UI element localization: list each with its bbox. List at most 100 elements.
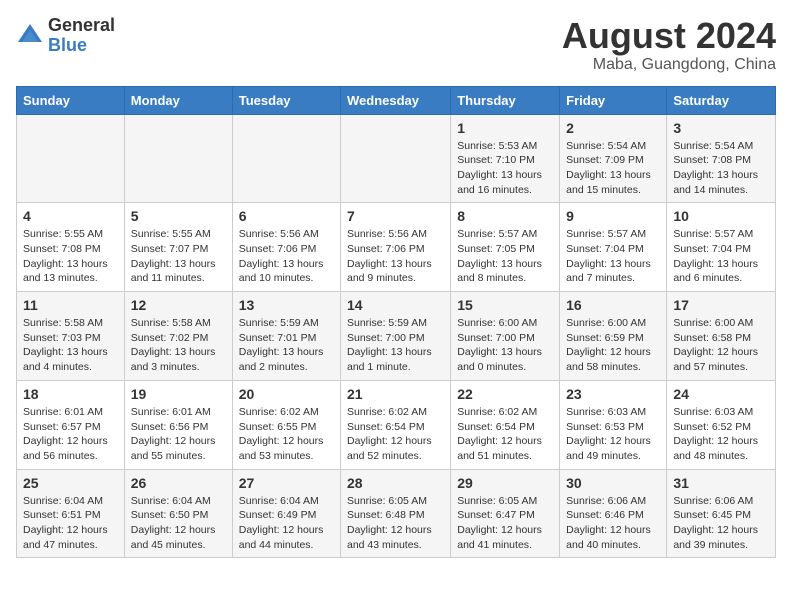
calendar-cell: 21 Sunrise: 6:02 AM Sunset: 6:54 PM Dayli… <box>341 380 451 469</box>
weekday-header: Wednesday <box>341 86 451 114</box>
calendar-cell: 31 Sunrise: 6:06 AM Sunset: 6:45 PM Dayli… <box>667 469 776 558</box>
day-info: Sunrise: 5:57 AM Sunset: 7:04 PM Dayligh… <box>673 227 769 286</box>
day-info: Sunrise: 6:02 AM Sunset: 6:55 PM Dayligh… <box>239 405 334 464</box>
calendar-week-row: 18Sunrise: 6:01 AM Sunset: 6:57 PM Dayli… <box>17 380 776 469</box>
day-number: 11 <box>23 297 118 313</box>
day-number: 27 <box>239 475 334 491</box>
day-info: Sunrise: 5:54 AM Sunset: 7:09 PM Dayligh… <box>566 139 660 198</box>
logo-icon <box>16 22 44 50</box>
day-info: Sunrise: 5:53 AM Sunset: 7:10 PM Dayligh… <box>457 139 553 198</box>
day-number: 22 <box>457 386 553 402</box>
day-info: Sunrise: 6:00 AM Sunset: 7:00 PM Dayligh… <box>457 316 553 375</box>
calendar-cell: 3Sunrise: 5:54 AM Sunset: 7:08 PM Daylig… <box>667 114 776 203</box>
day-info: Sunrise: 5:56 AM Sunset: 7:06 PM Dayligh… <box>347 227 444 286</box>
day-number: 9 <box>566 208 660 224</box>
weekday-header: Tuesday <box>232 86 340 114</box>
calendar-cell: 12 Sunrise: 5:58 AM Sunset: 7:02 PM Dayli… <box>124 292 232 381</box>
calendar-cell: 4Sunrise: 5:55 AM Sunset: 7:08 PM Daylig… <box>17 203 125 292</box>
day-info: Sunrise: 5:57 AM Sunset: 7:04 PM Dayligh… <box>566 227 660 286</box>
calendar-cell: 19Sunrise: 6:01 AM Sunset: 6:56 PM Dayli… <box>124 380 232 469</box>
calendar-cell <box>232 114 340 203</box>
calendar-cell: 10 Sunrise: 5:57 AM Sunset: 7:04 PM Dayli… <box>667 203 776 292</box>
day-info: Sunrise: 5:59 AM Sunset: 7:00 PM Dayligh… <box>347 316 444 375</box>
calendar-week-row: 11 Sunrise: 5:58 AM Sunset: 7:03 PM Dayli… <box>17 292 776 381</box>
calendar-cell: 16Sunrise: 6:00 AM Sunset: 6:59 PM Dayli… <box>560 292 667 381</box>
day-info: Sunrise: 6:03 AM Sunset: 6:52 PM Dayligh… <box>673 405 769 464</box>
day-number: 19 <box>131 386 226 402</box>
day-info: Sunrise: 6:01 AM Sunset: 6:57 PM Dayligh… <box>23 405 118 464</box>
location-subtitle: Maba, Guangdong, China <box>562 56 776 74</box>
calendar-cell: 18Sunrise: 6:01 AM Sunset: 6:57 PM Dayli… <box>17 380 125 469</box>
logo-text: General Blue <box>48 16 115 56</box>
day-info: Sunrise: 5:58 AM Sunset: 7:02 PM Dayligh… <box>131 316 226 375</box>
day-number: 6 <box>239 208 334 224</box>
weekday-header: Thursday <box>451 86 560 114</box>
day-info: Sunrise: 6:02 AM Sunset: 6:54 PM Dayligh… <box>457 405 553 464</box>
day-number: 12 <box>131 297 226 313</box>
calendar-cell: 9 Sunrise: 5:57 AM Sunset: 7:04 PM Daylig… <box>560 203 667 292</box>
calendar-cell: 1 Sunrise: 5:53 AM Sunset: 7:10 PM Daylig… <box>451 114 560 203</box>
day-info: Sunrise: 6:06 AM Sunset: 6:45 PM Dayligh… <box>673 494 769 553</box>
day-number: 29 <box>457 475 553 491</box>
day-info: Sunrise: 5:56 AM Sunset: 7:06 PM Dayligh… <box>239 227 334 286</box>
day-number: 17 <box>673 297 769 313</box>
calendar-cell: 22 Sunrise: 6:02 AM Sunset: 6:54 PM Dayli… <box>451 380 560 469</box>
calendar-cell: 2Sunrise: 5:54 AM Sunset: 7:09 PM Daylig… <box>560 114 667 203</box>
day-info: Sunrise: 5:59 AM Sunset: 7:01 PM Dayligh… <box>239 316 334 375</box>
calendar-cell: 29 Sunrise: 6:05 AM Sunset: 6:47 PM Dayli… <box>451 469 560 558</box>
day-info: Sunrise: 6:04 AM Sunset: 6:51 PM Dayligh… <box>23 494 118 553</box>
calendar-cell: 25 Sunrise: 6:04 AM Sunset: 6:51 PM Dayli… <box>17 469 125 558</box>
calendar-week-row: 25 Sunrise: 6:04 AM Sunset: 6:51 PM Dayli… <box>17 469 776 558</box>
day-info: Sunrise: 6:05 AM Sunset: 6:47 PM Dayligh… <box>457 494 553 553</box>
calendar-week-row: 1 Sunrise: 5:53 AM Sunset: 7:10 PM Daylig… <box>17 114 776 203</box>
weekday-header: Saturday <box>667 86 776 114</box>
day-info: Sunrise: 6:05 AM Sunset: 6:48 PM Dayligh… <box>347 494 444 553</box>
day-number: 26 <box>131 475 226 491</box>
calendar-cell: 28Sunrise: 6:05 AM Sunset: 6:48 PM Dayli… <box>341 469 451 558</box>
day-info: Sunrise: 5:58 AM Sunset: 7:03 PM Dayligh… <box>23 316 118 375</box>
day-number: 10 <box>673 208 769 224</box>
calendar-cell: 14 Sunrise: 5:59 AM Sunset: 7:00 PM Dayli… <box>341 292 451 381</box>
day-number: 7 <box>347 208 444 224</box>
calendar-cell <box>17 114 125 203</box>
calendar-cell: 13 Sunrise: 5:59 AM Sunset: 7:01 PM Dayli… <box>232 292 340 381</box>
calendar-cell <box>124 114 232 203</box>
logo-general-text: General <box>48 16 115 36</box>
day-number: 20 <box>239 386 334 402</box>
day-info: Sunrise: 6:03 AM Sunset: 6:53 PM Dayligh… <box>566 405 660 464</box>
page-header: General Blue August 2024 Maba, Guangdong… <box>16 16 776 74</box>
day-number: 23 <box>566 386 660 402</box>
day-info: Sunrise: 5:55 AM Sunset: 7:08 PM Dayligh… <box>23 227 118 286</box>
title-block: August 2024 Maba, Guangdong, China <box>562 16 776 74</box>
calendar-cell: 26 Sunrise: 6:04 AM Sunset: 6:50 PM Dayli… <box>124 469 232 558</box>
day-info: Sunrise: 6:04 AM Sunset: 6:49 PM Dayligh… <box>239 494 334 553</box>
weekday-header: Friday <box>560 86 667 114</box>
day-info: Sunrise: 6:00 AM Sunset: 6:59 PM Dayligh… <box>566 316 660 375</box>
calendar-cell: 11 Sunrise: 5:58 AM Sunset: 7:03 PM Dayli… <box>17 292 125 381</box>
day-number: 5 <box>131 208 226 224</box>
calendar-cell <box>341 114 451 203</box>
calendar-cell: 7 Sunrise: 5:56 AM Sunset: 7:06 PM Daylig… <box>341 203 451 292</box>
day-info: Sunrise: 6:02 AM Sunset: 6:54 PM Dayligh… <box>347 405 444 464</box>
day-info: Sunrise: 5:57 AM Sunset: 7:05 PM Dayligh… <box>457 227 553 286</box>
day-number: 13 <box>239 297 334 313</box>
day-number: 31 <box>673 475 769 491</box>
calendar-cell: 5 Sunrise: 5:55 AM Sunset: 7:07 PM Daylig… <box>124 203 232 292</box>
weekday-header: Monday <box>124 86 232 114</box>
calendar-cell: 20 Sunrise: 6:02 AM Sunset: 6:55 PM Dayli… <box>232 380 340 469</box>
day-number: 21 <box>347 386 444 402</box>
calendar-cell: 8 Sunrise: 5:57 AM Sunset: 7:05 PM Daylig… <box>451 203 560 292</box>
calendar-table: SundayMondayTuesdayWednesdayThursdayFrid… <box>16 86 776 559</box>
calendar-cell: 27 Sunrise: 6:04 AM Sunset: 6:49 PM Dayli… <box>232 469 340 558</box>
calendar-cell: 17Sunrise: 6:00 AM Sunset: 6:58 PM Dayli… <box>667 292 776 381</box>
day-number: 25 <box>23 475 118 491</box>
day-info: Sunrise: 5:55 AM Sunset: 7:07 PM Dayligh… <box>131 227 226 286</box>
day-number: 30 <box>566 475 660 491</box>
day-number: 1 <box>457 120 553 136</box>
day-number: 8 <box>457 208 553 224</box>
logo: General Blue <box>16 16 115 56</box>
day-number: 14 <box>347 297 444 313</box>
calendar-week-row: 4Sunrise: 5:55 AM Sunset: 7:08 PM Daylig… <box>17 203 776 292</box>
day-info: Sunrise: 6:04 AM Sunset: 6:50 PM Dayligh… <box>131 494 226 553</box>
calendar-cell: 24Sunrise: 6:03 AM Sunset: 6:52 PM Dayli… <box>667 380 776 469</box>
